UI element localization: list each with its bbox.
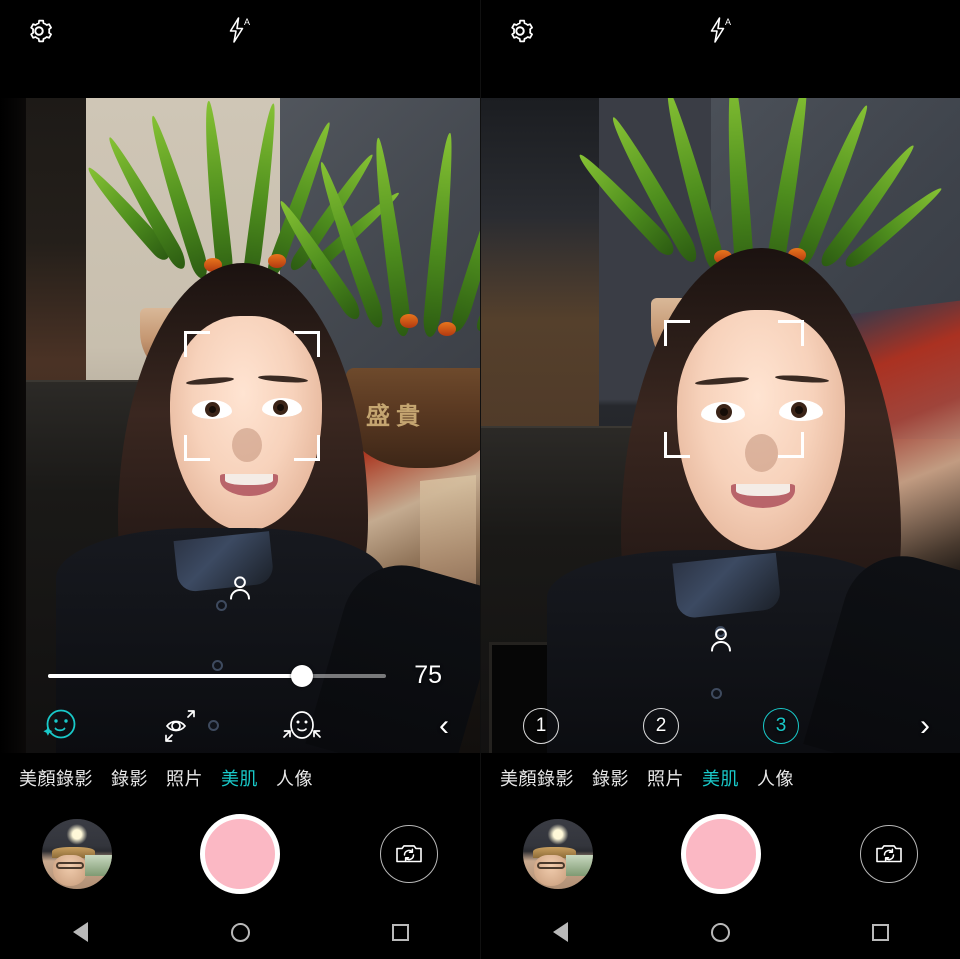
dual-screenshot-comparison: A 盛貴 75 ‹ 美顏錄影 錄影 照片 美肌 人像 A 1 2 3 › 美顏錄… (0, 0, 960, 959)
gallery-thumbnail[interactable] (523, 819, 593, 889)
mode-tab-video[interactable]: 錄影 (102, 765, 157, 791)
slider-track[interactable] (48, 664, 386, 687)
switch-camera-button[interactable] (380, 825, 438, 883)
gallery-thumbnail-image (523, 819, 593, 889)
beauty-level-1-button[interactable]: 1 (481, 698, 601, 753)
recents-square-icon (391, 923, 409, 941)
camera-mode-tabs-left: 美顏錄影 錄影 照片 美肌 人像 (0, 753, 480, 803)
mode-tab-beauty-skin[interactable]: 美肌 (693, 765, 748, 791)
switch-camera-icon (396, 845, 422, 863)
recents-button[interactable] (800, 905, 960, 959)
pot-inscription: 盛貴 (366, 401, 426, 430)
gallery-thumbnail-image (42, 819, 112, 889)
slider-value-label: 75 (414, 661, 442, 689)
portrait-mode-indicator (222, 570, 258, 606)
home-circle-icon (711, 922, 730, 942)
home-circle-icon (230, 922, 250, 942)
beauty-tool-row: ‹ (0, 698, 480, 753)
back-button[interactable] (481, 905, 641, 959)
recents-square-icon (871, 923, 889, 941)
next-page-chevron[interactable]: › (903, 698, 947, 753)
flash-mode-button[interactable]: A (216, 6, 264, 54)
mode-tab-beauty-skin[interactable]: 美肌 (212, 765, 267, 791)
mode-tab-portrait[interactable]: 人像 (748, 765, 803, 791)
home-button[interactable] (641, 905, 801, 959)
beauty-level-slider[interactable]: 75 (0, 661, 480, 690)
scene-flower-pot-right: 盛貴 (346, 368, 480, 468)
beauty-level-3-label: 3 (763, 707, 799, 744)
back-button[interactable] (0, 905, 160, 959)
gallery-thumbnail[interactable] (42, 819, 112, 889)
slim-face-button[interactable] (240, 698, 360, 753)
beauty-level-2-label: 2 (643, 707, 679, 744)
recents-button[interactable] (320, 905, 480, 959)
smiley-sparkle-icon (43, 709, 76, 738)
home-button[interactable] (160, 905, 320, 959)
slider-thumb[interactable] (290, 664, 313, 687)
flash-auto-icon: A (710, 17, 731, 43)
camera-bottom-controls-left (0, 803, 480, 905)
camera-mode-tabs-right: 美顏錄影 錄影 照片 美肌 人像 (481, 753, 960, 803)
shutter-button[interactable] (200, 814, 280, 894)
slider-fill (48, 673, 302, 678)
mode-tab-portrait[interactable]: 人像 (267, 765, 322, 791)
flash-auto-icon: A (229, 17, 250, 43)
camera-bottom-controls-right (481, 803, 960, 905)
mode-tab-beauty-video[interactable]: 美顏錄影 (10, 765, 102, 791)
mode-tab-beauty-video[interactable]: 美顏錄影 (491, 765, 583, 791)
person-icon (711, 628, 731, 652)
mode-tab-photo[interactable]: 照片 (157, 765, 212, 791)
settings-button[interactable] (499, 10, 541, 52)
shutter-button[interactable] (680, 814, 761, 894)
beauty-level-row: 1 2 3 › (481, 698, 960, 753)
person-icon (230, 576, 250, 600)
enlarge-eyes-button[interactable] (120, 698, 240, 753)
gear-icon (511, 19, 533, 43)
face-slim-icon (283, 710, 321, 739)
beauty-level-1-label: 1 (523, 707, 559, 744)
camera-top-bar: A (0, 0, 480, 98)
eye-enlarge-icon (165, 709, 195, 742)
camera-top-bar-right: A (481, 0, 960, 98)
phone-screen-left: A 盛貴 75 ‹ 美顏錄影 錄影 照片 美肌 人像 (0, 0, 480, 959)
camera-viewfinder-left[interactable]: 盛貴 75 ‹ (0, 98, 480, 753)
prev-page-chevron[interactable]: ‹ (422, 698, 466, 753)
camera-viewfinder-right[interactable]: 1 2 3 › (481, 98, 960, 753)
switch-camera-icon (876, 845, 902, 863)
beauty-level-2-button[interactable]: 2 (601, 698, 721, 753)
android-navigation-bar-right (481, 905, 960, 959)
face-detection-brackets (184, 331, 320, 461)
flash-auto-label: A (244, 17, 250, 27)
flash-auto-label: A (725, 17, 731, 27)
portrait-mode-indicator (703, 622, 739, 658)
smooth-skin-button[interactable] (0, 698, 120, 753)
mode-tab-video[interactable]: 錄影 (583, 765, 638, 791)
mode-tab-photo[interactable]: 照片 (638, 765, 693, 791)
scene-left-letterbox (0, 98, 26, 753)
beauty-level-3-button[interactable]: 3 (721, 698, 841, 753)
back-triangle-icon (72, 922, 88, 942)
flash-mode-button[interactable]: A (697, 6, 745, 54)
gear-icon (30, 19, 52, 43)
phone-screen-right: A 1 2 3 › 美顏錄影 錄影 照片 美肌 人像 (480, 0, 960, 959)
face-detection-brackets (664, 320, 804, 458)
switch-camera-button[interactable] (860, 825, 918, 883)
settings-button[interactable] (18, 10, 60, 52)
back-triangle-icon (553, 922, 569, 942)
android-navigation-bar-left (0, 905, 480, 959)
